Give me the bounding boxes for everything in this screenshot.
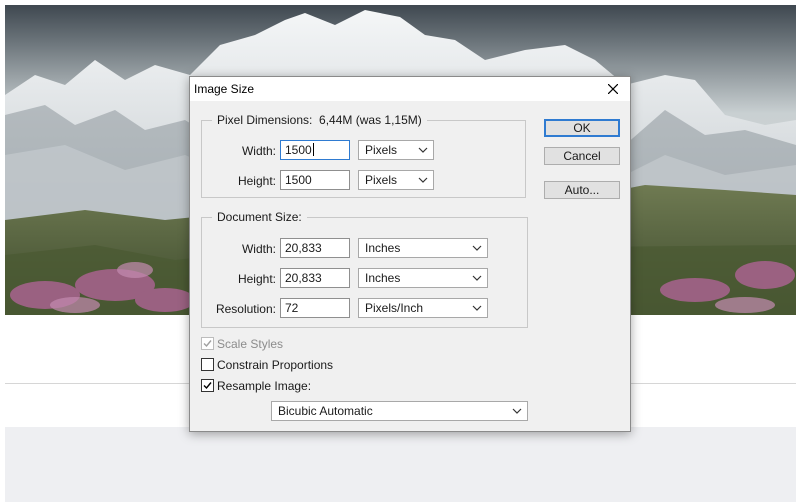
resolution-unit-value: Pixels/Inch (365, 301, 424, 315)
pixel-height-unit-select[interactable]: Pixels (358, 170, 434, 190)
bottom-panel (5, 427, 796, 502)
resolution-unit-select[interactable]: Pixels/Inch (358, 298, 488, 318)
doc-width-label: Width: (241, 242, 276, 256)
scale-styles-label: Scale Styles (217, 337, 284, 351)
document-size-label: Document Size: (212, 210, 307, 224)
doc-width-input[interactable]: 20,833 (280, 238, 350, 258)
doc-width-unit-select[interactable]: Inches (358, 238, 488, 258)
doc-height-unit-value: Inches (365, 271, 401, 285)
doc-height-input[interactable]: 20,833 (280, 268, 350, 288)
pixel-width-unit-value: Pixels (365, 143, 398, 157)
dialog-titlebar: Image Size (190, 77, 630, 101)
resample-method-select[interactable]: Bicubic Automatic (271, 401, 528, 421)
constrain-proportions-checkbox[interactable] (201, 358, 214, 371)
close-button[interactable] (596, 77, 630, 101)
doc-width-unit-value: Inches (365, 241, 401, 255)
resample-method-value: Bicubic Automatic (278, 404, 373, 418)
resample-image-checkbox[interactable] (201, 379, 214, 392)
pixel-width-input[interactable]: 1500 (280, 140, 350, 160)
ok-button[interactable]: OK (544, 119, 620, 137)
checkmark-icon (203, 340, 212, 348)
chevron-down-icon (472, 275, 482, 281)
dialog-title: Image Size (194, 82, 255, 96)
constrain-proportions-label: Constrain Proportions (217, 358, 334, 372)
image-size-dialog: Image Size Pixel Dimensions: 6,44M (was … (189, 76, 631, 432)
pixel-height-unit-value: Pixels (365, 173, 398, 187)
resolution-label: Resolution: (215, 302, 276, 316)
doc-height-label: Height: (237, 272, 276, 286)
chevron-down-icon (418, 147, 428, 153)
scale-styles-checkbox[interactable] (201, 337, 214, 350)
pixel-width-unit-select[interactable]: Pixels (358, 140, 434, 160)
chevron-down-icon (418, 177, 428, 183)
pixel-height-label: Height: (237, 174, 276, 188)
chevron-down-icon (472, 305, 482, 311)
doc-height-unit-select[interactable]: Inches (358, 268, 488, 288)
pixel-dimensions-label: Pixel Dimensions: (217, 113, 313, 127)
pixel-height-input[interactable]: 1500 (280, 170, 350, 190)
chevron-down-icon (472, 245, 482, 251)
text-caret (312, 143, 314, 156)
resolution-input[interactable]: 72 (280, 298, 350, 318)
checkmark-icon (203, 382, 212, 390)
pixel-dimensions-header: Pixel Dimensions: 6,44M (was 1,15M) (212, 113, 427, 127)
close-icon (608, 84, 618, 94)
pixel-dimensions-value: 6,44M (was 1,15M) (319, 113, 422, 127)
resample-image-label: Resample Image: (217, 379, 312, 393)
auto-button[interactable]: Auto... (544, 181, 620, 199)
pixel-width-label: Width: (241, 144, 276, 158)
cancel-button[interactable]: Cancel (544, 147, 620, 165)
chevron-down-icon (512, 408, 522, 414)
